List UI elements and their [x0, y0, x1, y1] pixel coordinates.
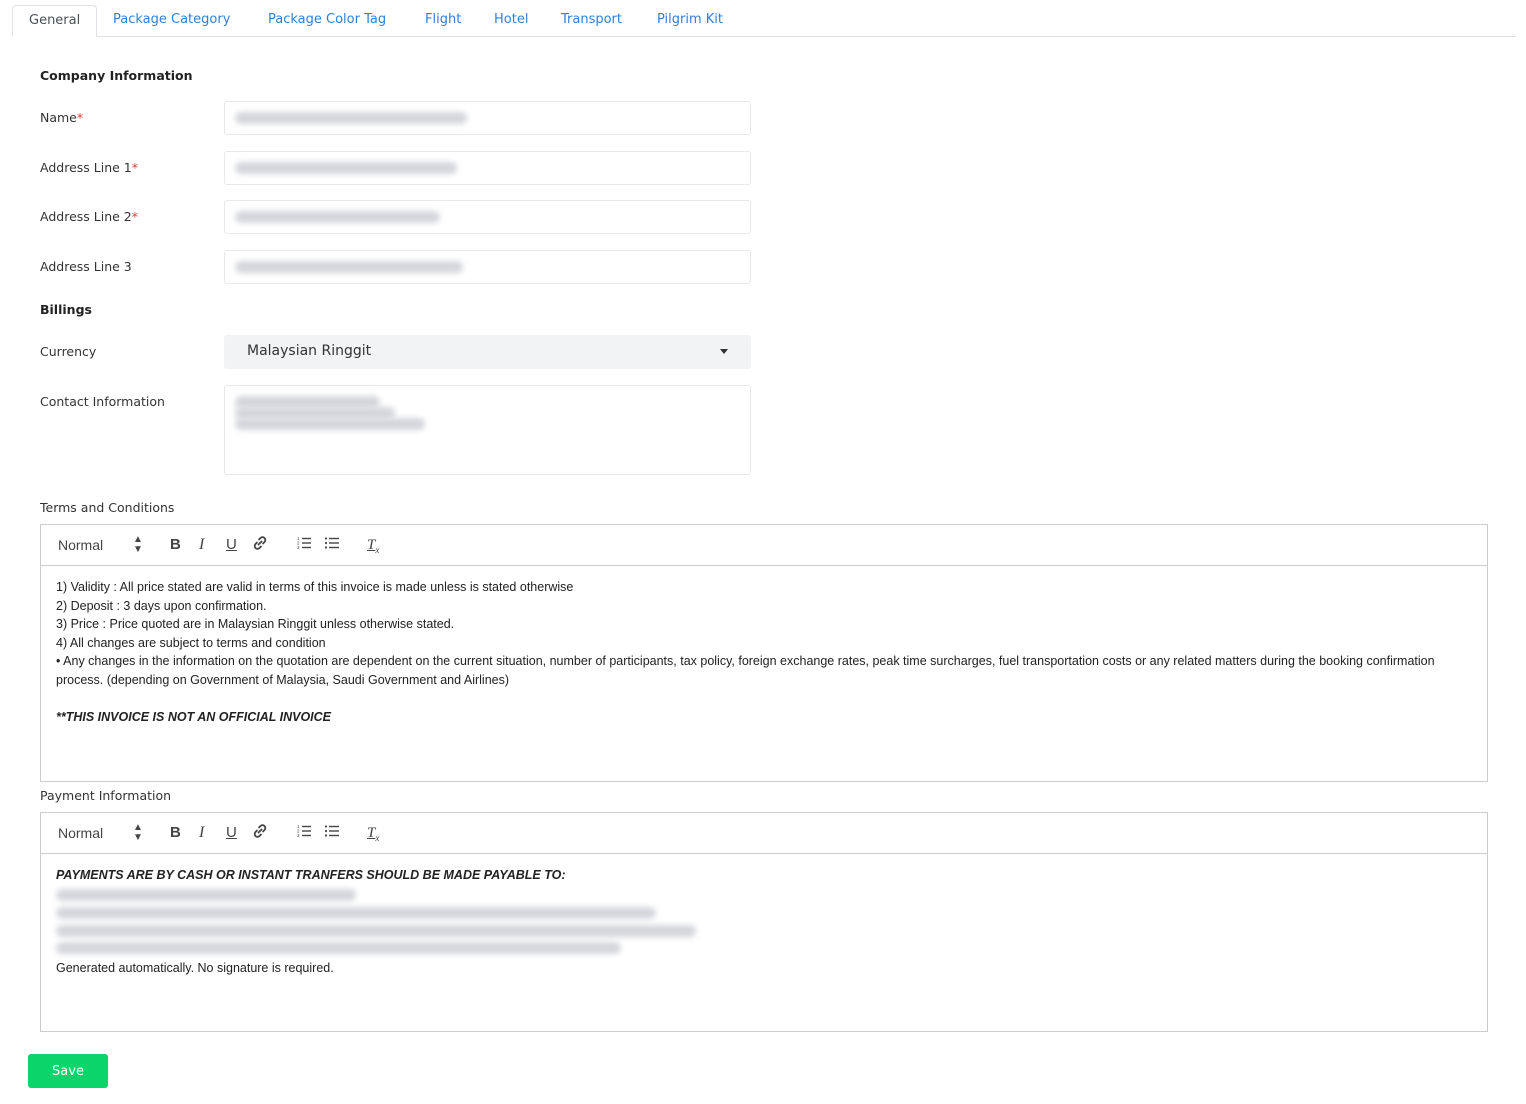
format-arrows-icon[interactable]: ▲ ▼	[133, 823, 143, 843]
svg-text:3: 3	[297, 545, 300, 550]
billings-heading: Billings	[40, 302, 92, 317]
address-line-2-label: Address Line 2*	[40, 209, 138, 224]
ordered-list-icon[interactable]: 123	[296, 823, 312, 843]
contact-information-label: Contact Information	[40, 394, 165, 409]
tab-transport[interactable]: Transport	[561, 5, 622, 35]
terms-line: 4) All changes are subject to terms and …	[56, 635, 326, 650]
tab-package-color-tag[interactable]: Package Color Tag	[268, 5, 386, 35]
address-line-1-label: Address Line 1*	[40, 160, 138, 175]
payment-footer: Generated automatically. No signature is…	[56, 960, 334, 975]
name-label: Name*	[40, 110, 84, 125]
bullet-list-icon[interactable]	[324, 535, 340, 555]
terms-line: 2) Deposit : 3 days upon confirmation.	[56, 598, 267, 613]
payment-heading: PAYMENTS ARE BY CASH OR INSTANT TRANFERS…	[56, 868, 566, 882]
save-button[interactable]: Save	[28, 1054, 108, 1088]
format-select[interactable]: Normal	[58, 535, 103, 555]
chevron-down-icon	[720, 349, 728, 354]
company-information-heading: Company Information	[40, 68, 193, 83]
contact-information-field[interactable]	[224, 385, 751, 475]
italic-icon[interactable]: I	[199, 535, 204, 555]
tab-hotel[interactable]: Hotel	[494, 5, 528, 35]
payment-toolbar: Normal ▲ ▼ B I U 123 Tx	[41, 813, 1487, 854]
bullet-list-icon[interactable]	[324, 823, 340, 843]
address-line-2-field[interactable]	[224, 200, 751, 234]
payment-label: Payment Information	[40, 788, 172, 803]
bold-icon[interactable]: B	[170, 535, 181, 555]
terms-content[interactable]: 1) Validity : All price stated are valid…	[41, 566, 1487, 738]
italic-icon[interactable]: I	[199, 823, 204, 843]
terms-toolbar: Normal ▲ ▼ B I U 123 Tx	[41, 525, 1487, 566]
tab-general[interactable]: General	[12, 5, 98, 37]
terms-editor: Normal ▲ ▼ B I U 123 Tx 1) Validity : All…	[40, 524, 1488, 782]
currency-label: Currency	[40, 344, 97, 359]
link-icon[interactable]	[252, 823, 268, 843]
terms-note: **THIS INVOICE IS NOT AN OFFICIAL INVOIC…	[56, 709, 332, 724]
currency-value: Malaysian Ringgit	[247, 343, 372, 359]
ordered-list-icon[interactable]: 123	[296, 535, 312, 555]
terms-line: 3) Price : Price quoted are in Malaysian…	[56, 617, 455, 631]
tab-flight[interactable]: Flight	[425, 5, 461, 35]
bold-icon[interactable]: B	[170, 823, 181, 843]
terms-line: 1) Validity : All price stated are valid…	[56, 580, 574, 594]
tab-bar: General Package Category Package Color T…	[12, 5, 1516, 37]
format-arrows-icon[interactable]: ▲ ▼	[133, 535, 143, 555]
svg-text:3: 3	[297, 833, 300, 838]
underline-icon[interactable]: U	[226, 823, 237, 843]
terms-line: • Any changes in the information on the …	[56, 654, 1435, 687]
terms-label: Terms and Conditions	[40, 500, 175, 515]
format-select[interactable]: Normal	[58, 823, 103, 843]
address-line-1-field[interactable]	[224, 151, 751, 185]
address-line-3-label: Address Line 3	[40, 259, 132, 274]
redacted-payment-details	[56, 885, 1472, 959]
link-icon[interactable]	[252, 535, 268, 555]
tab-pilgrim-kit[interactable]: Pilgrim Kit	[657, 5, 723, 35]
clear-format-icon[interactable]: Tx	[367, 823, 379, 843]
name-field[interactable]	[224, 101, 751, 135]
currency-select[interactable]: Malaysian Ringgit	[224, 335, 751, 369]
clear-format-icon[interactable]: Tx	[367, 535, 379, 555]
address-line-3-field[interactable]	[224, 250, 751, 284]
payment-content[interactable]: PAYMENTS ARE BY CASH OR INSTANT TRANFERS…	[41, 854, 1487, 989]
underline-icon[interactable]: U	[226, 535, 237, 555]
payment-editor: Normal ▲ ▼ B I U 123 Tx PAYMENTS ARE BY C…	[40, 812, 1488, 1032]
tab-package-category[interactable]: Package Category	[113, 5, 230, 35]
